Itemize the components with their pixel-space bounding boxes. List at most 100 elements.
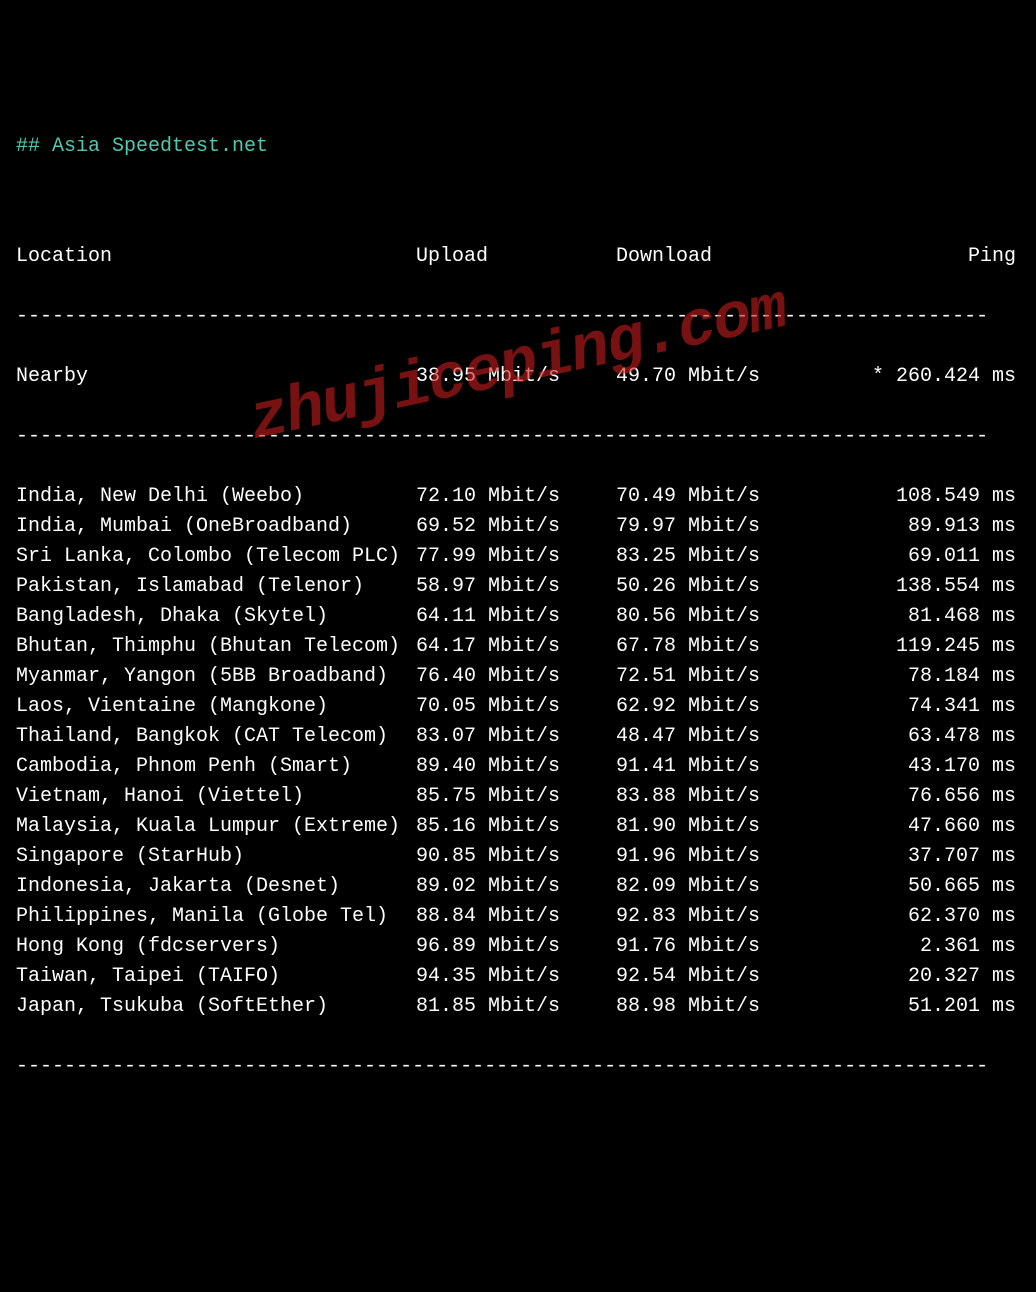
cell-download: 91.96 Mbit/s <box>616 842 816 872</box>
cell-location: Philippines, Manila (Globe Tel) <box>16 902 416 932</box>
cell-ping: 20.327 ms <box>816 962 1016 992</box>
cell-ping: 37.707 ms <box>816 842 1016 872</box>
header-upload: Upload <box>416 242 616 272</box>
divider: ----------------------------------------… <box>16 422 1020 452</box>
cell-location: Thailand, Bangkok (CAT Telecom) <box>16 722 416 752</box>
header-download: Download <box>616 242 816 272</box>
cell-location: Bangladesh, Dhaka (Skytel) <box>16 602 416 632</box>
cell-upload: 70.05 Mbit/s <box>416 692 616 722</box>
table-row: Philippines, Manila (Globe Tel)88.84 Mbi… <box>16 902 1020 932</box>
cell-upload: 96.89 Mbit/s <box>416 932 616 962</box>
cell-download: 72.51 Mbit/s <box>616 662 816 692</box>
cell-download: 62.92 Mbit/s <box>616 692 816 722</box>
nearby-row: Nearby38.95 Mbit/s49.70 Mbit/s* 260.424 … <box>16 362 1020 392</box>
cell-ping: 50.665 ms <box>816 872 1016 902</box>
cell-ping: 62.370 ms <box>816 902 1016 932</box>
table-body: India, New Delhi (Weebo)72.10 Mbit/s70.4… <box>16 482 1020 1022</box>
cell-download: 91.76 Mbit/s <box>616 932 816 962</box>
cell-location: Myanmar, Yangon (5BB Broadband) <box>16 662 416 692</box>
cell-location: India, Mumbai (OneBroadband) <box>16 512 416 542</box>
cell-location: India, New Delhi (Weebo) <box>16 482 416 512</box>
cell-upload: 69.52 Mbit/s <box>416 512 616 542</box>
cell-ping: 138.554 ms <box>816 572 1016 602</box>
cell-ping: 76.656 ms <box>816 782 1016 812</box>
cell-upload: 64.11 Mbit/s <box>416 602 616 632</box>
table-row: India, New Delhi (Weebo)72.10 Mbit/s70.4… <box>16 482 1020 512</box>
cell-ping: 43.170 ms <box>816 752 1016 782</box>
cell-ping: 81.468 ms <box>816 602 1016 632</box>
cell-download: 70.49 Mbit/s <box>616 482 816 512</box>
cell-ping: 89.913 ms <box>816 512 1016 542</box>
table-row: Thailand, Bangkok (CAT Telecom)83.07 Mbi… <box>16 722 1020 752</box>
table-header: LocationUploadDownloadPing <box>16 242 1020 272</box>
table-row: Hong Kong (fdcservers)96.89 Mbit/s91.76 … <box>16 932 1020 962</box>
cell-upload: 90.85 Mbit/s <box>416 842 616 872</box>
nearby-ping: * 260.424 ms <box>816 362 1016 392</box>
cell-ping: 108.549 ms <box>816 482 1016 512</box>
cell-ping: 63.478 ms <box>816 722 1016 752</box>
cell-ping: 2.361 ms <box>816 932 1016 962</box>
cell-upload: 89.40 Mbit/s <box>416 752 616 782</box>
cell-ping: 51.201 ms <box>816 992 1016 1022</box>
table-row: Cambodia, Phnom Penh (Smart)89.40 Mbit/s… <box>16 752 1020 782</box>
cell-location: Taiwan, Taipei (TAIFO) <box>16 962 416 992</box>
cell-download: 81.90 Mbit/s <box>616 812 816 842</box>
cell-download: 92.83 Mbit/s <box>616 902 816 932</box>
cell-download: 83.88 Mbit/s <box>616 782 816 812</box>
cell-download: 50.26 Mbit/s <box>616 572 816 602</box>
cell-location: Singapore (StarHub) <box>16 842 416 872</box>
table-row: Sri Lanka, Colombo (Telecom PLC)77.99 Mb… <box>16 542 1020 572</box>
cell-ping: 119.245 ms <box>816 632 1016 662</box>
cell-ping: 74.341 ms <box>816 692 1016 722</box>
header-location: Location <box>16 242 416 272</box>
cell-upload: 94.35 Mbit/s <box>416 962 616 992</box>
table-row: Indonesia, Jakarta (Desnet)89.02 Mbit/s8… <box>16 872 1020 902</box>
cell-upload: 85.75 Mbit/s <box>416 782 616 812</box>
divider: ----------------------------------------… <box>16 1052 1020 1082</box>
cell-upload: 72.10 Mbit/s <box>416 482 616 512</box>
header-ping: Ping <box>816 242 1016 272</box>
cell-upload: 83.07 Mbit/s <box>416 722 616 752</box>
table-row: Taiwan, Taipei (TAIFO)94.35 Mbit/s92.54 … <box>16 962 1020 992</box>
cell-ping: 47.660 ms <box>816 812 1016 842</box>
cell-location: Laos, Vientaine (Mangkone) <box>16 692 416 722</box>
nearby-location: Nearby <box>16 362 416 392</box>
cell-location: Japan, Tsukuba (SoftEther) <box>16 992 416 1022</box>
cell-download: 80.56 Mbit/s <box>616 602 816 632</box>
cell-download: 79.97 Mbit/s <box>616 512 816 542</box>
cell-upload: 76.40 Mbit/s <box>416 662 616 692</box>
cell-download: 92.54 Mbit/s <box>616 962 816 992</box>
cell-location: Cambodia, Phnom Penh (Smart) <box>16 752 416 782</box>
cell-location: Bhutan, Thimphu (Bhutan Telecom) <box>16 632 416 662</box>
table-row: Myanmar, Yangon (5BB Broadband)76.40 Mbi… <box>16 662 1020 692</box>
cell-location: Pakistan, Islamabad (Telenor) <box>16 572 416 602</box>
section-title: ## Asia Speedtest.net <box>16 132 1020 162</box>
cell-upload: 85.16 Mbit/s <box>416 812 616 842</box>
cell-ping: 78.184 ms <box>816 662 1016 692</box>
cell-upload: 77.99 Mbit/s <box>416 542 616 572</box>
cell-location: Vietnam, Hanoi (Viettel) <box>16 782 416 812</box>
nearby-download: 49.70 Mbit/s <box>616 362 816 392</box>
cell-location: Indonesia, Jakarta (Desnet) <box>16 872 416 902</box>
table-row: Bangladesh, Dhaka (Skytel)64.11 Mbit/s80… <box>16 602 1020 632</box>
divider: ----------------------------------------… <box>16 302 1020 332</box>
table-row: India, Mumbai (OneBroadband)69.52 Mbit/s… <box>16 512 1020 542</box>
cell-upload: 88.84 Mbit/s <box>416 902 616 932</box>
table-row: Bhutan, Thimphu (Bhutan Telecom)64.17 Mb… <box>16 632 1020 662</box>
cell-download: 48.47 Mbit/s <box>616 722 816 752</box>
table-row: Pakistan, Islamabad (Telenor)58.97 Mbit/… <box>16 572 1020 602</box>
cell-upload: 64.17 Mbit/s <box>416 632 616 662</box>
cell-download: 91.41 Mbit/s <box>616 752 816 782</box>
cell-location: Sri Lanka, Colombo (Telecom PLC) <box>16 542 416 572</box>
table-row: Singapore (StarHub)90.85 Mbit/s91.96 Mbi… <box>16 842 1020 872</box>
cell-download: 82.09 Mbit/s <box>616 872 816 902</box>
cell-download: 83.25 Mbit/s <box>616 542 816 572</box>
table-row: Vietnam, Hanoi (Viettel)85.75 Mbit/s83.8… <box>16 782 1020 812</box>
cell-download: 88.98 Mbit/s <box>616 992 816 1022</box>
cell-upload: 81.85 Mbit/s <box>416 992 616 1022</box>
table-row: Malaysia, Kuala Lumpur (Extreme)85.16 Mb… <box>16 812 1020 842</box>
table-row: Laos, Vientaine (Mangkone)70.05 Mbit/s62… <box>16 692 1020 722</box>
cell-download: 67.78 Mbit/s <box>616 632 816 662</box>
nearby-upload: 38.95 Mbit/s <box>416 362 616 392</box>
cell-upload: 89.02 Mbit/s <box>416 872 616 902</box>
